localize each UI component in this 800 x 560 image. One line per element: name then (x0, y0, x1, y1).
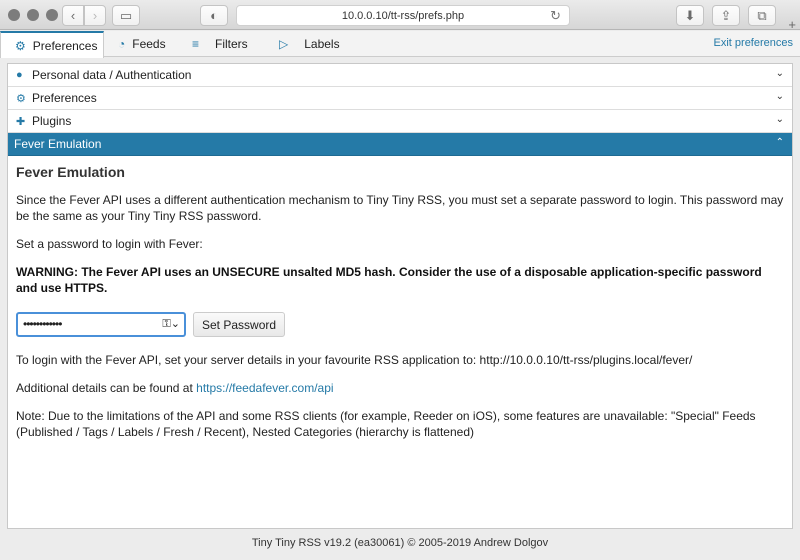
tab-label: Filters (215, 37, 248, 51)
privacy-report-button[interactable]: ◐ (200, 5, 228, 26)
accordion-fever-emulation[interactable]: Fever Emulation ⌃ (8, 133, 792, 156)
tab-overview-button[interactable]: ⧉ (748, 5, 776, 26)
key-icon[interactable]: ⚿⌄ (162, 317, 180, 331)
tab-filters[interactable]: ≡ Filters (192, 31, 248, 57)
tab-label: Labels (304, 37, 340, 51)
fever-settings: Fever Emulation Since the Fever API uses… (8, 156, 792, 460)
chevron-left-icon: ‹ (70, 8, 76, 23)
prefs-tabbar: ⚙ Preferences ◔ Feeds ≡ Filters ▷ Labels… (0, 31, 800, 58)
tabs-icon: ⧉ (757, 7, 767, 23)
tab-labels[interactable]: ▷ Labels (279, 31, 340, 57)
tab-feeds[interactable]: ◔ Feeds (118, 31, 166, 57)
chevron-down-icon: ⌄ (775, 114, 784, 125)
address-bar[interactable]: 10.0.0.10/tt-rss/prefs.php ↻ (236, 5, 570, 26)
tab-preferences[interactable]: ⚙ Preferences (0, 31, 104, 58)
details-prefix: Additional details can be found at (16, 381, 197, 395)
section-heading: Fever Emulation (16, 164, 125, 180)
login-info-text: To login with the Fever API, set your se… (16, 353, 693, 367)
label-icon: ▷ (279, 37, 289, 51)
chevron-right-icon: › (92, 8, 98, 23)
note-text: Note: Due to the limitations of the API … (16, 409, 756, 439)
feedafever-link[interactable]: https://feedafever.com/api (196, 381, 333, 395)
new-tab-icon[interactable]: + (788, 17, 796, 32)
password-value: •••••••••••• (23, 317, 62, 331)
chevron-up-icon: ⌃ (775, 137, 784, 148)
prefs-panel: ● Personal data / Authentication ⌄ ⚙ Pre… (7, 63, 793, 529)
accordion-label: Fever Emulation (14, 137, 102, 151)
share-icon: ⇪ (720, 7, 732, 23)
accordion-label: Plugins (32, 114, 72, 128)
set-password-prompt: Set a password to login with Fever: (16, 237, 203, 251)
accordion-label: Personal data / Authentication (32, 68, 192, 82)
downloads-button[interactable]: ⬇ (676, 5, 704, 26)
forward-button[interactable]: › (84, 5, 106, 26)
reload-icon[interactable]: ↻ (550, 8, 561, 24)
set-password-button[interactable]: Set Password (193, 312, 286, 337)
browser-toolbar: ‹ › ▭ ◐ 10.0.0.10/tt-rss/prefs.php ↻ ⬇ ⇪… (0, 0, 800, 32)
warning-text: WARNING: The Fever API uses an UNSECURE … (16, 265, 762, 295)
share-button[interactable]: ⇪ (712, 5, 740, 26)
download-icon: ⬇ (684, 7, 696, 23)
password-form: •••••••••••• ⚿⌄ Set Password (16, 312, 784, 338)
rss-icon: ◔ (118, 37, 126, 51)
gear-icon: ⚙ (15, 38, 26, 53)
url-text: 10.0.0.10/tt-rss/prefs.php (341, 9, 465, 22)
intro-text: Since the Fever API uses a different aut… (16, 193, 784, 223)
minimize-window-button[interactable] (27, 9, 39, 21)
puzzle-icon: ✚ (16, 115, 26, 128)
tab-label: Preferences (32, 38, 98, 53)
chevron-down-icon: ⌄ (775, 68, 784, 79)
filter-icon: ≡ (192, 37, 200, 51)
sidebar-icon: ▭ (119, 7, 133, 23)
close-window-button[interactable] (8, 9, 20, 21)
tab-label: Feeds (132, 37, 166, 51)
sidebar-toggle-button[interactable]: ▭ (112, 5, 140, 26)
accordion-label: Preferences (32, 91, 97, 105)
accordion-plugins[interactable]: ✚ Plugins ⌄ (8, 110, 792, 133)
chevron-down-icon: ⌄ (775, 91, 784, 102)
zoom-window-button[interactable] (46, 9, 58, 21)
gear-icon: ⚙ (16, 92, 26, 105)
app-footer: Tiny Tiny RSS v19.2 (ea30061) © 2005-201… (251, 537, 549, 549)
fever-password-input[interactable]: •••••••••••• ⚿⌄ (16, 312, 186, 337)
exit-preferences-link[interactable]: Exit preferences (714, 37, 793, 49)
accordion-preferences[interactable]: ⚙ Preferences ⌄ (8, 87, 792, 110)
user-icon: ● (16, 69, 23, 81)
back-button[interactable]: ‹ (62, 5, 84, 26)
details-text: Additional details can be found at https… (16, 380, 784, 396)
shield-icon: ◐ (210, 8, 218, 23)
accordion-personal-data[interactable]: ● Personal data / Authentication ⌄ (8, 64, 792, 87)
